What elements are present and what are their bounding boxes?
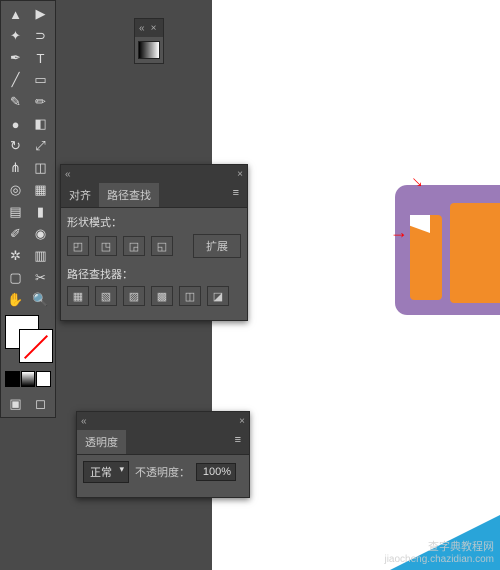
toolbox: ▲ ▶ ✦ ⊃ ✒ T ╱ ▭ ✎ ✏ ● ◧ ↻ ⤢ ⋔ ◫ ◎ ▦ ▤ ▮ … xyxy=(0,0,56,418)
blend-mode-select[interactable]: 正常 xyxy=(83,461,129,483)
color-mode-gradient[interactable] xyxy=(21,371,36,387)
watermark-line1: 查字典教程网 xyxy=(384,541,494,554)
close-icon[interactable]: × xyxy=(237,169,243,180)
magic-wand-tool[interactable]: ✦ xyxy=(3,25,28,47)
opacity-label: 不透明度： xyxy=(135,464,190,480)
width-tool[interactable]: ⋔ xyxy=(3,157,28,179)
tab-transparency[interactable]: 透明度 xyxy=(77,430,126,454)
opacity-input[interactable] xyxy=(196,463,236,481)
zoom-tool[interactable]: 🔍 xyxy=(28,289,53,311)
artwork-purple-card[interactable] xyxy=(395,185,500,315)
trim-button[interactable]: ▧ xyxy=(95,286,117,306)
merge-button[interactable]: ▨ xyxy=(123,286,145,306)
collapse-icon[interactable]: « xyxy=(81,416,87,427)
paintbrush-tool[interactable]: ✎ xyxy=(3,91,28,113)
rotate-tool[interactable]: ↻ xyxy=(3,135,28,157)
intersect-button[interactable]: ◲ xyxy=(123,236,145,256)
perspective-tool[interactable]: ▦ xyxy=(28,179,53,201)
orange-rect-large[interactable] xyxy=(450,203,500,303)
annotation-arrow-2: → xyxy=(390,222,408,243)
close-icon[interactable]: × xyxy=(151,23,157,34)
blob-brush-tool[interactable]: ● xyxy=(3,113,28,135)
expand-button[interactable]: 扩展 xyxy=(193,234,241,258)
scale-tool[interactable]: ⤢ xyxy=(28,135,53,157)
shape-mode-label: 形状模式： xyxy=(67,214,241,230)
rectangle-tool[interactable]: ▭ xyxy=(28,69,53,91)
screen-mode-2[interactable]: ◻ xyxy=(28,393,53,415)
symbol-sprayer-tool[interactable]: ✲ xyxy=(3,245,28,267)
transparency-panel: « × 透明度 ≡ 正常 不透明度： xyxy=(76,411,250,498)
collapse-icon[interactable]: « xyxy=(65,169,71,180)
minus-front-button[interactable]: ◳ xyxy=(95,236,117,256)
color-swatch-area xyxy=(5,315,51,365)
direct-selection-tool[interactable]: ▶ xyxy=(28,3,53,25)
watermark: 查字典教程网 jiaocheng.chazidian.com xyxy=(384,541,494,566)
divide-button[interactable]: ▦ xyxy=(67,286,89,306)
tab-align[interactable]: 对齐 xyxy=(61,183,99,207)
crop-button[interactable]: ▩ xyxy=(151,286,173,306)
orange-rect-small[interactable] xyxy=(410,215,442,300)
collapsed-panel-gradient[interactable]: « × xyxy=(134,18,164,64)
panel-menu-icon[interactable]: ≡ xyxy=(225,183,247,207)
exclude-button[interactable]: ◱ xyxy=(151,236,173,256)
tab-pathfinder[interactable]: 路径查找 xyxy=(99,183,159,207)
eyedropper-tool[interactable]: ✐ xyxy=(3,223,28,245)
collapse-icon[interactable]: « xyxy=(139,23,145,34)
watermark-line2: jiaocheng.chazidian.com xyxy=(384,554,494,566)
color-mode-solid[interactable] xyxy=(5,371,20,387)
unite-button[interactable]: ◰ xyxy=(67,236,89,256)
slice-tool[interactable]: ✂ xyxy=(28,267,53,289)
panel-tabs: 对齐 路径查找 ≡ xyxy=(61,183,247,208)
mesh-tool[interactable]: ▤ xyxy=(3,201,28,223)
stroke-swatch[interactable] xyxy=(19,329,53,363)
color-mode-none[interactable] xyxy=(36,371,51,387)
pen-tool[interactable]: ✒ xyxy=(3,47,28,69)
free-transform-tool[interactable]: ◫ xyxy=(28,157,53,179)
pathfinder-label: 路径查找器： xyxy=(67,266,241,282)
lasso-tool[interactable]: ⊃ xyxy=(28,25,53,47)
shape-builder-tool[interactable]: ◎ xyxy=(3,179,28,201)
pencil-tool[interactable]: ✏ xyxy=(28,91,53,113)
outline-button[interactable]: ◫ xyxy=(179,286,201,306)
artboard-tool[interactable]: ▢ xyxy=(3,267,28,289)
graph-tool[interactable]: ▥ xyxy=(28,245,53,267)
eraser-tool[interactable]: ◧ xyxy=(28,113,53,135)
hand-tool[interactable]: ✋ xyxy=(3,289,28,311)
close-icon[interactable]: × xyxy=(239,416,245,427)
blend-tool[interactable]: ◉ xyxy=(28,223,53,245)
gradient-icon[interactable] xyxy=(138,41,160,59)
line-tool[interactable]: ╱ xyxy=(3,69,28,91)
selection-tool[interactable]: ▲ xyxy=(3,3,28,25)
panel-menu-icon[interactable]: ≡ xyxy=(227,430,249,454)
minus-back-button[interactable]: ◪ xyxy=(207,286,229,306)
type-tool[interactable]: T xyxy=(28,47,53,69)
screen-mode[interactable]: ▣ xyxy=(3,393,28,415)
gradient-tool[interactable]: ▮ xyxy=(28,201,53,223)
pathfinder-panel: « × 对齐 路径查找 ≡ 形状模式： ◰ ◳ ◲ ◱ 扩展 路径查找器： ▦ … xyxy=(60,164,248,321)
